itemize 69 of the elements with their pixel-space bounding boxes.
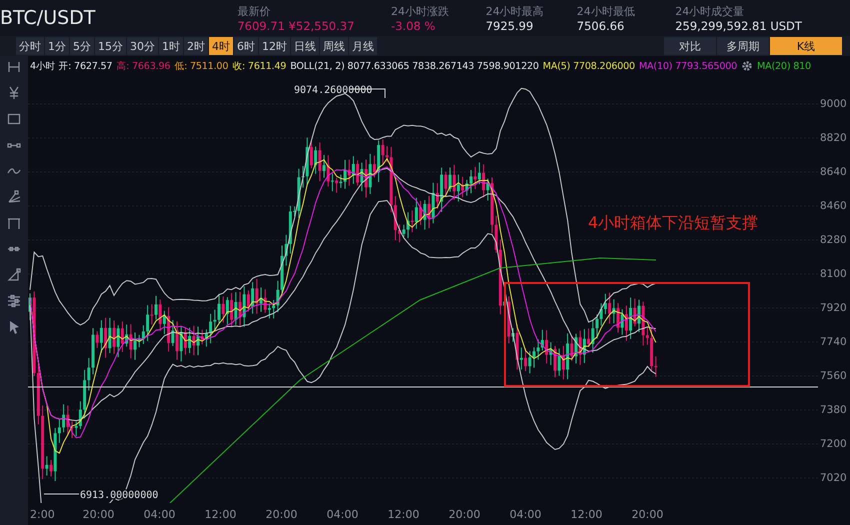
time-tick-label: 04:00 — [142, 508, 176, 520]
price-tick-label: 8640 — [819, 165, 848, 180]
price-tick-label: 7560 — [819, 369, 848, 384]
indicator-value: BOLL(21, 2) 8077.633065 7838.267143 7598.901220 — [290, 60, 539, 72]
price-tick-label: 7020 — [819, 471, 848, 486]
interval-tab[interactable]: 月线 — [349, 37, 377, 55]
interval-tab[interactable]: 6时 — [234, 37, 258, 55]
time-tick-label: 04:00 — [326, 508, 360, 520]
fan-icon[interactable] — [7, 190, 21, 204]
interval-tab[interactable]: 周线 — [320, 37, 348, 55]
interval-tab[interactable]: 15分 — [95, 37, 126, 55]
interval-tab[interactable]: 12时 — [259, 37, 290, 55]
bracket-icon[interactable] — [7, 216, 21, 230]
time-tick-label: 12:00 — [386, 508, 420, 520]
price-tick-label: 8280 — [819, 233, 848, 248]
price-tick-label: 7920 — [819, 301, 848, 316]
time-tick-label: 20:00 — [82, 508, 116, 520]
interval-tab[interactable]: 2时 — [184, 37, 208, 55]
interval-tab[interactable]: 30分 — [127, 37, 158, 55]
yen-icon[interactable] — [7, 86, 21, 100]
pair-title: BTC/USDT — [0, 7, 96, 29]
price-tick-label: 7740 — [819, 335, 848, 350]
indicator-value: MA(5) 7708.206000 — [542, 60, 635, 72]
annotation-text: 4小时箱体下沿短暂支撑 — [588, 213, 758, 232]
time-tick-label: 04:00 — [508, 508, 542, 520]
indicator-value: 低: 7511.00 — [174, 60, 228, 72]
time-tick-label: 20:00 — [630, 508, 664, 520]
indicator-value: 4小时 开: 7627.57 — [30, 60, 112, 72]
stat-label: 24小时最高 — [486, 4, 545, 18]
stat-label: 24小时成交量 — [675, 4, 746, 18]
price-label: 9074.26000000 — [294, 85, 372, 96]
price-tick-label: 7380 — [819, 403, 848, 418]
interval-tab[interactable]: 分时 — [16, 37, 44, 55]
interval-tab[interactable]: 1分 — [45, 37, 69, 55]
stat-label: 24小时涨跌 — [390, 4, 450, 18]
interval-tab[interactable]: 日线 — [291, 37, 319, 55]
time-tick-label: 12:00 — [204, 508, 238, 520]
stat-label: 24小时最低 — [576, 4, 636, 18]
stat-value: 7925.99 — [486, 18, 534, 32]
cursor-icon[interactable] — [7, 320, 21, 334]
settings-icon[interactable] — [741, 60, 754, 72]
view-tab[interactable]: K线 — [770, 37, 842, 55]
price-tick-label: 8100 — [819, 267, 848, 282]
sliders-icon[interactable] — [7, 294, 21, 308]
indicator-value: MA(20) 810 — [757, 60, 811, 72]
view-tab[interactable]: 多周期 — [717, 37, 769, 55]
stat-value: 7609.71 ¥52,550.37 — [237, 18, 356, 32]
h-bracket-icon[interactable] — [7, 60, 21, 74]
time-tick-label: 2:00 — [29, 508, 56, 520]
price-tick-label: 9000 — [819, 97, 848, 112]
time-tick-label: 20:00 — [264, 508, 298, 520]
rectangle-icon[interactable] — [7, 112, 21, 126]
indicator-value: 高: 7663.96 — [116, 60, 170, 72]
time-tick-label: 12:00 — [570, 508, 604, 520]
stat-value: -3.08 % — [390, 18, 436, 32]
price-tick-label: 7200 — [819, 437, 848, 452]
indicator-value: 收: 7611.49 — [232, 60, 286, 72]
triangle-icon[interactable] — [7, 268, 21, 282]
stat-value: 259,299,592.81 USDT — [675, 18, 803, 32]
time-tick-label: 20:00 — [448, 508, 482, 520]
stat-label: 最新价 — [237, 4, 272, 18]
interval-tab[interactable]: 1时 — [159, 37, 183, 55]
price-tick-label: 8820 — [819, 131, 848, 146]
view-tab[interactable]: 对比 — [664, 37, 716, 55]
interval-tab[interactable]: 4时 — [209, 37, 233, 55]
indicator-value: MA(10) 7793.565000 — [638, 60, 738, 72]
stat-value: 7506.66 — [576, 18, 626, 32]
price-tick-label: 8460 — [819, 199, 848, 214]
interval-tab[interactable]: 5分 — [70, 37, 94, 55]
